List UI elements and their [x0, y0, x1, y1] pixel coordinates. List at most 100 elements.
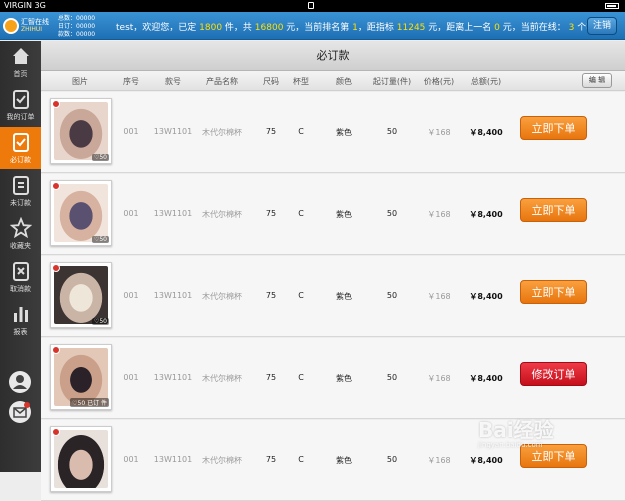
- product-thumbnail[interactable]: ♡50: [50, 262, 112, 328]
- row-seq: 001: [123, 455, 139, 464]
- carrier-label: VIRGIN 3G: [4, 1, 46, 10]
- required-badge-icon: [52, 264, 60, 272]
- mini-stat-styles: 款数：00000: [58, 31, 96, 38]
- row-product-name: 木代尔棉杯: [202, 374, 242, 383]
- clipboard-cancel-icon: [12, 262, 29, 281]
- row-cup: C: [298, 455, 304, 464]
- likes-count: ♡50: [91, 154, 109, 161]
- sidebar-item-label: 必订款: [10, 156, 31, 164]
- sidebar-item-label: 未订款: [10, 199, 31, 207]
- row-code: 13W1101: [153, 291, 193, 300]
- sidebar-item-reports[interactable]: 报表: [0, 299, 41, 341]
- row-total: ￥8,400: [469, 210, 503, 219]
- row-color: 紫色: [336, 128, 352, 137]
- battery-icon: [605, 3, 619, 9]
- row-size: 75: [265, 455, 277, 464]
- row-code: 13W1101: [153, 455, 193, 464]
- column-header-size: 尺码: [263, 77, 279, 86]
- column-header-seq: 序号: [123, 77, 139, 86]
- baidu-watermark: Bai经验 jingyan.baidu.com: [478, 414, 618, 458]
- column-header-cup: 杯型: [293, 77, 309, 86]
- product-image: [54, 430, 108, 488]
- table-header: 图片 序号 款号 产品名称 尺码 杯型 颜色 起订量(件) 价格(元) 总额(元…: [41, 71, 625, 91]
- sidebar-item-home[interactable]: 首页: [0, 41, 41, 83]
- checklist-icon: [12, 133, 29, 152]
- product-thumbnail[interactable]: ♡50 已订 件: [50, 344, 112, 410]
- sidebar-item-unordered[interactable]: 未订款: [0, 170, 41, 212]
- column-header-color: 颜色: [336, 77, 352, 86]
- logo-mark-icon: [3, 18, 19, 34]
- welcome-text: 元，距离上一名: [425, 23, 495, 33]
- required-badge-icon: [52, 182, 60, 190]
- app-logo: 汇智在线 ZHIHUI: [3, 16, 51, 36]
- watermark-text: Bai经验: [478, 418, 554, 442]
- ordered-amount: 16800: [254, 23, 284, 33]
- order-now-button[interactable]: 立即下单: [520, 116, 587, 140]
- target-gap: 11245: [396, 23, 426, 33]
- row-price: ￥168: [427, 292, 451, 301]
- row-size: 75: [265, 209, 277, 218]
- home-icon: [12, 48, 29, 64]
- sidebar-item-favorites[interactable]: 收藏夹: [0, 213, 41, 255]
- welcome-message: test，欢迎您，已定 1800 件，共 16800 元，当前排名第 1，距指标…: [116, 20, 604, 33]
- row-seq: 001: [123, 209, 139, 218]
- row-color: 紫色: [336, 210, 352, 219]
- row-color: 紫色: [336, 374, 352, 383]
- row-color: 紫色: [336, 456, 352, 465]
- likes-count: ♡50: [91, 318, 109, 325]
- row-seq: 001: [123, 127, 139, 136]
- bar-chart-icon: [13, 307, 28, 322]
- order-now-button[interactable]: 立即下单: [520, 280, 587, 304]
- product-thumbnail[interactable]: ♡50: [50, 98, 112, 164]
- row-min-qty: 50: [386, 373, 398, 382]
- row-total: ￥8,400: [469, 374, 503, 383]
- sidebar-item-label: 收藏夹: [10, 242, 31, 250]
- sidebar-item-label: 取消款: [10, 285, 31, 293]
- column-header-total: 总额(元): [470, 77, 502, 86]
- row-product-name: 木代尔棉杯: [202, 210, 242, 219]
- sidebar-item-required[interactable]: 必订款: [0, 127, 41, 169]
- edit-button[interactable]: 编 辑: [582, 73, 612, 88]
- row-price: ￥168: [427, 456, 451, 465]
- row-price: ￥168: [427, 128, 451, 137]
- required-badge-icon: [52, 346, 60, 354]
- row-cup: C: [298, 291, 304, 300]
- modify-order-button[interactable]: 修改订单: [520, 362, 587, 386]
- column-header-price: 价格(元): [423, 77, 455, 86]
- product-thumbnail[interactable]: [50, 426, 112, 492]
- clipboard-icon: [12, 90, 29, 109]
- row-seq: 001: [123, 373, 139, 382]
- row-color: 紫色: [336, 292, 352, 301]
- messages-button[interactable]: [9, 401, 31, 423]
- product-thumbnail[interactable]: ♡50: [50, 180, 112, 246]
- row-product-name: 木代尔棉杯: [202, 292, 242, 301]
- user-icon: [13, 375, 27, 389]
- row-min-qty: 50: [386, 209, 398, 218]
- row-product-name: 木代尔棉杯: [202, 128, 242, 137]
- row-code: 13W1101: [153, 373, 193, 382]
- table-row: ♡50 已订 件 001 13W1101 木代尔棉杯 75 C 紫色 50 ￥1…: [41, 338, 625, 419]
- row-size: 75: [265, 291, 277, 300]
- row-price: ￥168: [427, 210, 451, 219]
- order-now-button[interactable]: 立即下单: [520, 198, 587, 222]
- column-header-min-qty: 起订量(件): [372, 77, 412, 86]
- lock-icon: [308, 2, 314, 9]
- welcome-text: test，欢迎您，已定: [116, 23, 200, 33]
- product-image: [54, 184, 108, 242]
- row-size: 75: [265, 373, 277, 382]
- star-icon: [9, 217, 32, 239]
- user-profile-button[interactable]: [9, 371, 31, 393]
- row-code: 13W1101: [153, 209, 193, 218]
- row-min-qty: 50: [386, 455, 398, 464]
- likes-count: ♡50: [91, 236, 109, 243]
- column-header-code: 款号: [165, 77, 181, 86]
- mini-stat-daily: 日订：00000: [58, 23, 96, 30]
- sidebar-item-cancelled[interactable]: 取消款: [0, 256, 41, 298]
- logout-button[interactable]: 注销: [587, 17, 617, 35]
- row-seq: 001: [123, 291, 139, 300]
- welcome-text: 元，当前排名第: [283, 23, 353, 33]
- column-header-image: 图片: [72, 77, 88, 86]
- welcome-text: 件，共: [222, 23, 255, 33]
- row-size: 75: [265, 127, 277, 136]
- sidebar-item-my-orders[interactable]: 我的订单: [0, 84, 41, 126]
